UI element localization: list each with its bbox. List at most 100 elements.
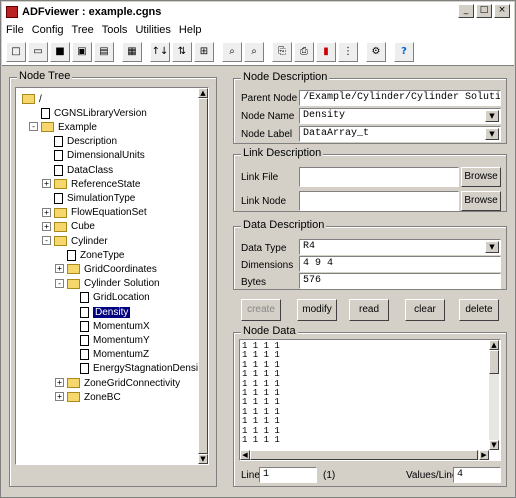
tree-node[interactable]: MomentumX bbox=[80, 319, 150, 333]
tree-vertical-scrollbar[interactable]: ▲ ▼ bbox=[198, 88, 208, 464]
new-file-icon[interactable]: □ bbox=[6, 41, 26, 62]
tree-node[interactable]: Example bbox=[41, 120, 97, 134]
tree-node[interactable]: SimulationType bbox=[54, 191, 135, 205]
minimize-button[interactable]: _ bbox=[458, 4, 474, 18]
menu-tree[interactable]: Tree bbox=[72, 24, 94, 36]
grid-icon[interactable]: ⋮ bbox=[338, 41, 358, 62]
data-type-combo[interactable]: R4 ▼ bbox=[299, 239, 501, 255]
scroll-up-icon[interactable]: ▲ bbox=[489, 340, 499, 350]
tree-node[interactable]: GridCoordinates bbox=[67, 262, 157, 276]
menu-file[interactable]: File bbox=[6, 24, 24, 36]
node-label-combo[interactable]: DataArray_t ▼ bbox=[299, 126, 501, 142]
tree-node[interactable]: MomentumY bbox=[80, 333, 150, 347]
menu-tools[interactable]: Tools bbox=[102, 24, 128, 36]
values-per-line-field[interactable]: 4 bbox=[453, 467, 501, 483]
find-icon[interactable]: ⌕ bbox=[222, 41, 242, 62]
tree-node-label: GridLocation bbox=[93, 292, 150, 304]
tree-node[interactable]: FlowEquationSet bbox=[54, 206, 147, 220]
line-field[interactable]: 1 bbox=[259, 467, 317, 483]
collapse-node-icon[interactable]: - bbox=[55, 278, 64, 288]
data-scroll-thumb[interactable] bbox=[489, 350, 499, 374]
expand-node-icon[interactable]: + bbox=[55, 392, 64, 402]
node-link-icon[interactable]: ⇅ bbox=[172, 41, 192, 62]
tree-node[interactable]: ZoneBC bbox=[67, 390, 121, 404]
data-horizontal-scrollbar[interactable]: ◀ ▶ bbox=[240, 450, 489, 460]
expand-node-icon[interactable]: + bbox=[42, 207, 51, 217]
read-button[interactable]: read bbox=[349, 299, 389, 321]
scroll-down-icon[interactable]: ▼ bbox=[489, 440, 499, 450]
tree-node[interactable]: Density bbox=[80, 305, 131, 319]
node-tree-title: Node Tree bbox=[17, 70, 73, 82]
tree-node[interactable]: MomentumZ bbox=[80, 348, 149, 362]
expand-node-icon[interactable]: + bbox=[42, 179, 51, 189]
help-icon[interactable]: ? bbox=[394, 41, 414, 62]
chevron-down-icon[interactable]: ▼ bbox=[485, 110, 499, 122]
link-file-field[interactable] bbox=[299, 167, 459, 187]
close-file-icon[interactable]: ▣ bbox=[72, 41, 92, 62]
menu-config[interactable]: Config bbox=[32, 24, 64, 36]
file-info-icon[interactable]: ▤ bbox=[94, 41, 114, 62]
parent-node-field[interactable]: /Example/Cylinder/Cylinder Solution bbox=[299, 90, 501, 106]
node-name-value: Density bbox=[303, 110, 346, 121]
tree-node[interactable]: GridLocation bbox=[80, 291, 150, 305]
browse-node-button[interactable]: Browse bbox=[461, 191, 501, 211]
tree-node[interactable]: ZoneGridConnectivity bbox=[67, 376, 180, 390]
node-data-text[interactable]: 1 1 1 1 1 1 1 1 1 1 1 1 1 1 1 1 1 1 1 1 … bbox=[239, 339, 501, 461]
expand-node-icon[interactable]: + bbox=[55, 264, 64, 274]
bytes-field[interactable]: 576 bbox=[299, 273, 501, 289]
close-button[interactable]: × bbox=[494, 4, 510, 18]
save-icon[interactable]: ■ bbox=[50, 41, 70, 62]
menu-help[interactable]: Help bbox=[179, 24, 202, 36]
scroll-down-icon[interactable]: ▼ bbox=[198, 454, 208, 464]
paste-icon[interactable]: ⎙ bbox=[294, 41, 314, 62]
scroll-left-icon[interactable]: ◀ bbox=[240, 450, 250, 460]
node-up-icon[interactable]: ↑↓ bbox=[150, 41, 170, 62]
app-window: ADFviewer : example.cgns _ □ × File Conf… bbox=[0, 0, 516, 498]
clear-button[interactable]: clear bbox=[405, 299, 445, 321]
chevron-down-icon[interactable]: ▼ bbox=[485, 241, 499, 253]
node-name-combo[interactable]: Density ▼ bbox=[299, 108, 501, 124]
scroll-up-icon[interactable]: ▲ bbox=[198, 88, 208, 98]
open-file-icon[interactable]: ▭ bbox=[28, 41, 48, 62]
collapse-node-icon[interactable]: - bbox=[29, 122, 38, 132]
tree-node[interactable]: DataClass bbox=[54, 163, 113, 177]
tree-node[interactable]: ReferenceState bbox=[54, 177, 141, 191]
data-vertical-scrollbar[interactable]: ▲ ▼ bbox=[489, 340, 499, 450]
tree-node-label: ZoneBC bbox=[84, 391, 121, 403]
expand-node-icon[interactable]: + bbox=[55, 378, 64, 387]
link-node-field[interactable] bbox=[299, 191, 459, 211]
tree-scroll-thumb[interactable] bbox=[198, 98, 208, 454]
data-hscroll-thumb[interactable] bbox=[250, 450, 478, 460]
plot-icon[interactable]: ▮ bbox=[316, 41, 336, 62]
tree-node[interactable]: Cube bbox=[54, 220, 95, 234]
app-logo-icon bbox=[6, 6, 18, 18]
tree-node[interactable]: ZoneType bbox=[67, 248, 124, 262]
copy-icon[interactable]: ⎘ bbox=[272, 41, 292, 62]
delete-button[interactable]: delete bbox=[459, 299, 499, 321]
scroll-right-icon[interactable]: ▶ bbox=[479, 450, 489, 460]
tree-node[interactable]: Cylinder bbox=[54, 234, 108, 248]
print-icon[interactable]: ▦ bbox=[122, 41, 142, 62]
window-title: ADFviewer : example.cgns bbox=[22, 6, 162, 18]
dimensions-field[interactable]: 4 9 4 bbox=[299, 256, 501, 272]
folder-icon bbox=[54, 207, 67, 218]
find-next-icon[interactable]: ⌕ bbox=[244, 41, 264, 62]
document-icon bbox=[80, 292, 89, 304]
browse-file-button[interactable]: Browse bbox=[461, 167, 501, 187]
tree-node[interactable]: EnergyStagnationDensity bbox=[80, 362, 206, 376]
node-tag-icon[interactable]: ⊞ bbox=[194, 41, 214, 62]
chevron-down-icon[interactable]: ▼ bbox=[485, 128, 499, 140]
tree-node[interactable]: CGNSLibraryVersion bbox=[41, 106, 147, 120]
tree-node[interactable]: / bbox=[22, 92, 42, 106]
node-tree[interactable]: / CGNSLibraryVersion - Example Description Di… bbox=[15, 87, 209, 465]
modify-button[interactable]: modify bbox=[297, 299, 337, 321]
tree-node[interactable]: DimensionalUnits bbox=[54, 149, 145, 163]
tree-node[interactable]: Description bbox=[54, 135, 117, 149]
create-button[interactable]: create bbox=[241, 299, 281, 321]
tree-node[interactable]: Cylinder Solution bbox=[67, 277, 160, 291]
menu-utilities[interactable]: Utilities bbox=[135, 24, 170, 36]
expand-node-icon[interactable]: + bbox=[42, 221, 51, 231]
maximize-button[interactable]: □ bbox=[476, 4, 492, 18]
collapse-node-icon[interactable]: - bbox=[42, 236, 51, 245]
config-icon[interactable]: ⚙ bbox=[366, 41, 386, 62]
